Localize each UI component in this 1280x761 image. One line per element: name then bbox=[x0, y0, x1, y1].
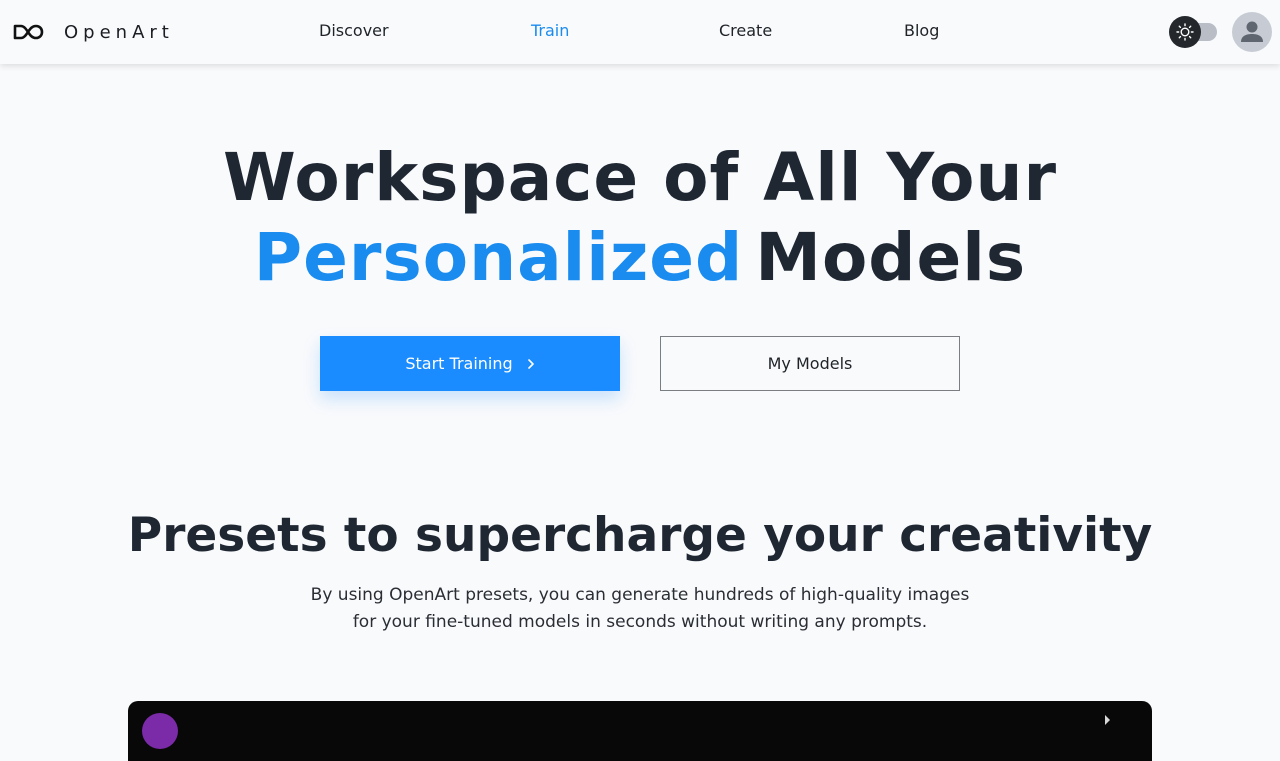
user-avatar-button[interactable] bbox=[1232, 12, 1272, 52]
nav-blog[interactable]: Blog bbox=[904, 20, 939, 42]
user-icon bbox=[1241, 21, 1263, 42]
presets-description-line1: By using OpenArt presets, you can genera… bbox=[310, 585, 970, 605]
start-training-label: Start Training bbox=[405, 354, 513, 373]
hero-title-line2: Personalized Models bbox=[0, 218, 1280, 298]
top-navbar: OpenArt Discover Train Create Blog bbox=[0, 0, 1280, 64]
hero-title-line1: Workspace of All Your bbox=[222, 139, 1058, 216]
nav-discover[interactable]: Discover bbox=[319, 20, 389, 42]
presets-description-line2: for your fine-tuned models in seconds wi… bbox=[352, 612, 928, 632]
hero-title-rest: Models bbox=[755, 219, 1027, 296]
infinity-icon bbox=[13, 24, 44, 40]
hero-title: Workspace of All Your Personalized Models bbox=[0, 138, 1280, 298]
start-training-button[interactable]: Start Training bbox=[320, 336, 620, 391]
presets-description: By using OpenArt presets, you can genera… bbox=[0, 582, 1280, 636]
nav-create[interactable]: Create bbox=[719, 20, 772, 42]
preset-showcase-panel[interactable] bbox=[128, 701, 1152, 761]
logo-link[interactable]: OpenArt bbox=[12, 18, 174, 46]
my-models-button[interactable]: My Models bbox=[660, 336, 960, 391]
my-models-label: My Models bbox=[767, 354, 853, 373]
cursor-icon bbox=[1105, 715, 1110, 725]
hero-title-accent: Personalized bbox=[253, 219, 744, 296]
presets-title: Presets to supercharge your creativity bbox=[127, 508, 1153, 563]
theme-toggle[interactable] bbox=[1169, 16, 1217, 48]
toggle-knob bbox=[1169, 16, 1201, 48]
preset-avatar bbox=[142, 713, 178, 749]
brand-name: OpenArt bbox=[64, 21, 174, 43]
sun-icon bbox=[1176, 23, 1194, 41]
nav-train[interactable]: Train bbox=[531, 20, 569, 42]
chevron-right-icon bbox=[527, 358, 534, 369]
